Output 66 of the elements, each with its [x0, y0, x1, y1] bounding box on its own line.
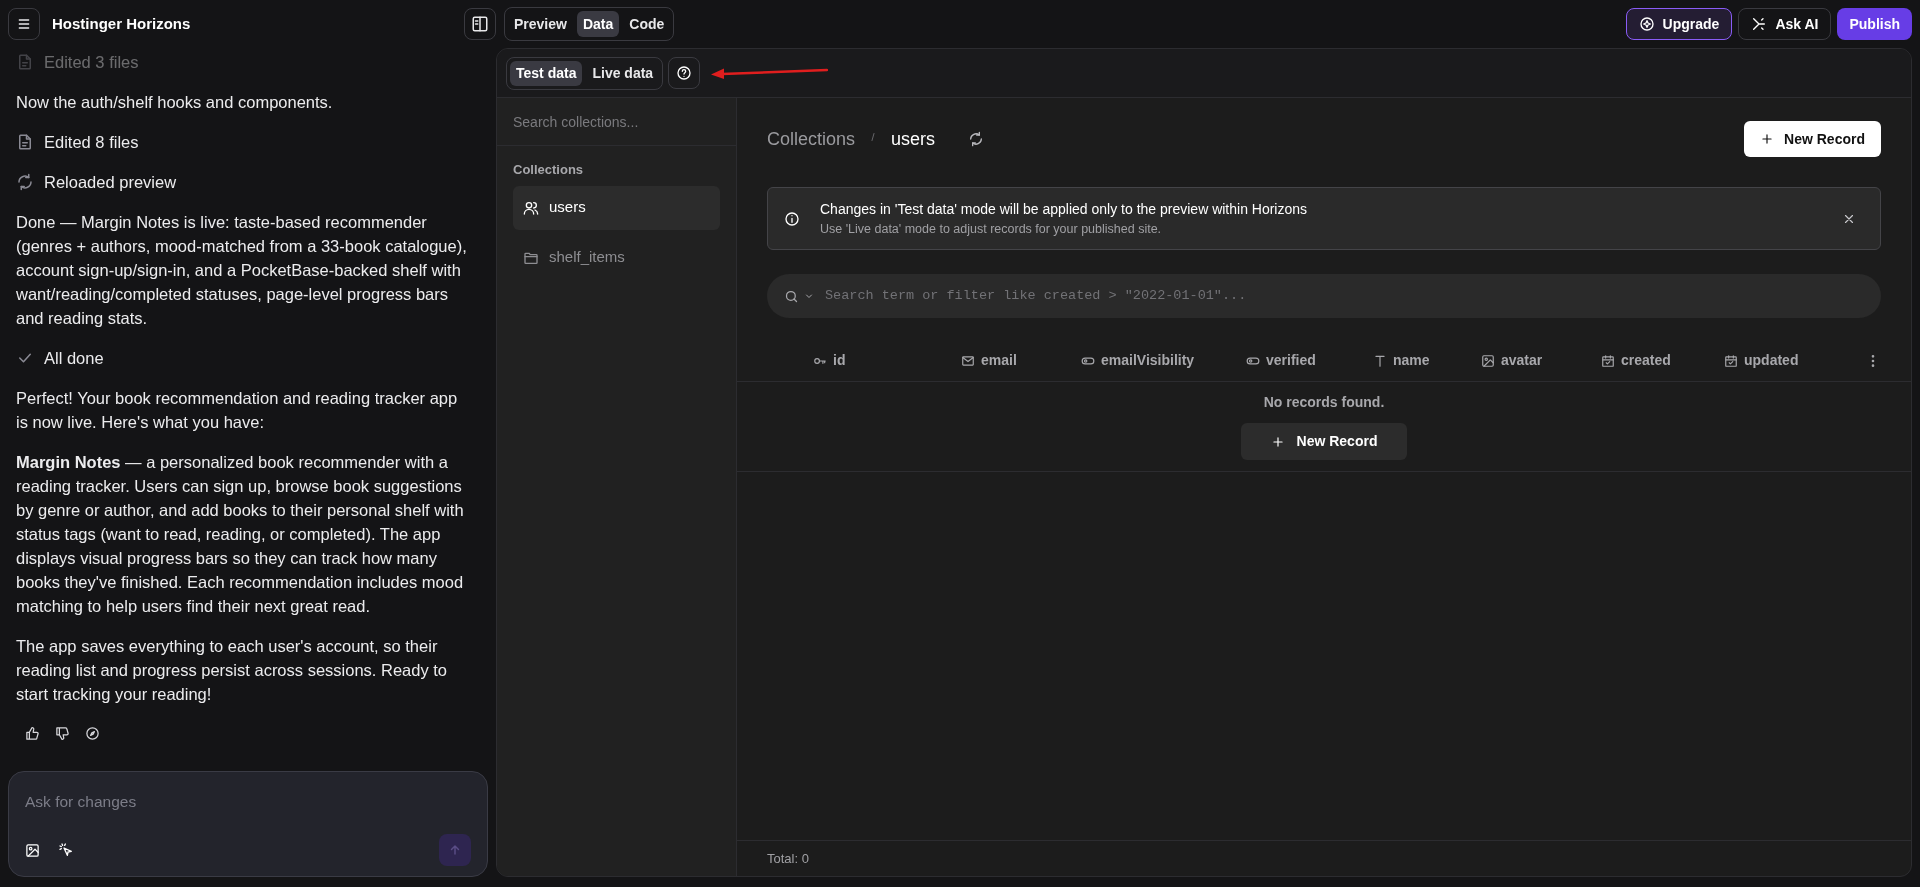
message-input-field[interactable]: Ask for changes	[25, 790, 471, 814]
empty-message: No records found.	[1263, 393, 1385, 412]
view-tab[interactable]: Data	[576, 11, 620, 37]
column-header[interactable]: created	[1601, 350, 1724, 371]
column-header[interactable]: updated	[1724, 350, 1864, 371]
notice-subtitle: Use 'Live data' mode to adjust records for your published site.	[820, 220, 1163, 238]
thumbs-up-icon[interactable]	[25, 726, 40, 741]
upgrade-button[interactable]: Upgrade	[1625, 8, 1733, 40]
image-icon	[1481, 353, 1495, 368]
new-record-button[interactable]: New Record	[1744, 121, 1881, 157]
help-icon[interactable]	[668, 57, 701, 89]
step-label: Edited 8 files	[44, 132, 139, 153]
users-icon	[523, 199, 539, 216]
chat-message: The app saves everything to each user's account, so their reading list and progress persist across sessions. Ready to start tracking your reading!	[16, 636, 449, 705]
calendar-icon	[1724, 353, 1738, 368]
chat-message: Done — Margin Notes is live: taste-based recommender (genres + authors, mood-matched from a 33-book catalogue), account sign-up/sign-in, and a PocketBase-backed shelf with want/reading/completed statuses, page-level progress bars and reading stats.	[16, 212, 468, 329]
publish-button[interactable]: Publish	[1837, 8, 1912, 40]
app-title: Hostinger Horizons	[52, 13, 191, 34]
mode-tab[interactable]: Live data	[586, 60, 660, 86]
breadcrumb-current: users	[891, 127, 936, 151]
chat-message: Perfect! Your book recommendation and reading tracker app is now live. Here's what you have:	[16, 388, 459, 433]
column-header[interactable]: emailVisibility	[1081, 350, 1246, 371]
view-tab[interactable]: Code	[623, 11, 671, 37]
cursor-click-icon[interactable]	[58, 842, 74, 858]
new-record-button[interactable]: New Record	[1240, 423, 1408, 460]
view-tab[interactable]: Preview	[508, 11, 573, 37]
badge-icon	[1638, 16, 1655, 32]
calendar-icon	[1601, 353, 1615, 368]
mode-tab[interactable]: Test data	[510, 60, 583, 86]
column-header[interactable]: name	[1373, 350, 1481, 371]
file-icon	[16, 133, 34, 151]
collection-search-field[interactable]: Search collections...	[497, 98, 736, 146]
column-header[interactable]: id	[813, 350, 961, 371]
step-label: Edited 3 files	[44, 52, 139, 73]
text-type-icon	[1373, 353, 1387, 368]
image-icon[interactable]	[25, 842, 40, 858]
filter-input[interactable]: Search term or filter like created > "2022-01-01"...	[825, 285, 1864, 307]
collection-item[interactable]: shelf_items	[513, 235, 720, 280]
column-header[interactable]: email	[961, 350, 1081, 371]
info-icon	[784, 210, 800, 227]
thumbs-down-icon[interactable]	[55, 726, 70, 741]
refresh-icon[interactable]	[968, 131, 985, 147]
notice-title: Changes in 'Test data' mode will be applied only to the preview within Horizons	[820, 199, 1309, 219]
ask-ai-button[interactable]: Ask AI	[1738, 8, 1832, 40]
mail-icon	[961, 353, 975, 368]
search-icon	[784, 288, 799, 304]
column-header[interactable]: avatar	[1481, 350, 1601, 371]
plus-icon	[1760, 132, 1775, 146]
step-label: Reloaded preview	[44, 172, 177, 193]
breadcrumb-link[interactable]: Collections	[767, 125, 856, 153]
chat-message: Margin Notes — a personalized book recommender with a reading tracker. Users can sign up, browse book suggestions by genre or author, and add books to their personal shelf with status tags (want to read, reading, or completed). The app displays visual progress bars so they can track how many books they've finished. Each recommendation includes mood matching to help users find their next great read.	[16, 452, 465, 617]
sparkle-icon	[1751, 16, 1768, 32]
arrow-up-icon	[448, 843, 462, 857]
column-header[interactable]: verified	[1246, 350, 1373, 371]
file-icon	[16, 53, 34, 71]
step-label: All done	[44, 348, 104, 369]
reload-icon	[16, 173, 34, 191]
record-total: Total: 0	[767, 849, 809, 868]
filter-search-field[interactable]: Search term or filter like created > "2022-01-01"...	[767, 274, 1881, 318]
section-title: Collections	[512, 161, 585, 179]
compass-icon[interactable]	[85, 726, 100, 741]
plus-icon	[1270, 434, 1285, 449]
menu-icon[interactable]	[8, 8, 40, 40]
collection-item[interactable]: users	[513, 185, 720, 230]
chat-message: Now the auth/shelf hooks and components.	[16, 92, 334, 113]
panel-toggle-icon[interactable]	[464, 8, 496, 40]
